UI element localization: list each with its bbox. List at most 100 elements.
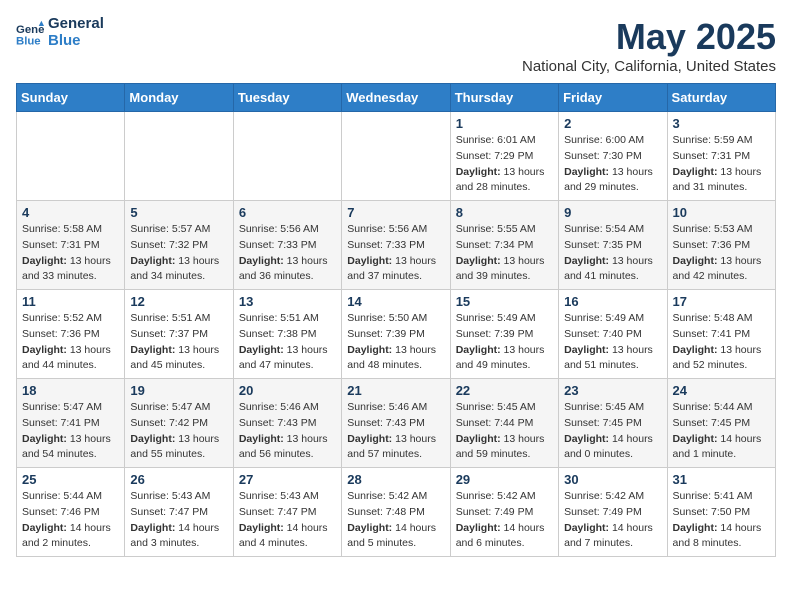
calendar-cell: 23Sunrise: 5:45 AMSunset: 7:45 PMDayligh… bbox=[559, 379, 667, 468]
weekday-header: Sunday bbox=[17, 84, 125, 112]
calendar-cell: 15 Sunrise: 5:49 AMSunset: 7:39 PMDayligh… bbox=[450, 290, 558, 379]
day-number: 22 bbox=[456, 383, 553, 398]
day-info: Sunrise: 5:49 AMSunset: 7:40 PMDaylight:… bbox=[564, 311, 661, 374]
calendar-cell bbox=[233, 112, 341, 201]
day-number: 7 bbox=[347, 205, 444, 220]
day-info: Sunrise: 5:42 AMSunset: 7:49 PMDaylight:… bbox=[564, 489, 661, 552]
day-info: Sunrise: 5:50 AMSunset: 7:39 PMDaylight:… bbox=[347, 311, 444, 374]
day-info: Sunrise: 5:47 AMSunset: 7:42 PMDaylight:… bbox=[130, 400, 227, 463]
calendar-cell: 20 Sunrise: 5:46 AMSunset: 7:43 PMDayligh… bbox=[233, 379, 341, 468]
day-number: 19 bbox=[130, 383, 227, 398]
calendar-cell: 29 Sunrise: 5:42 AMSunset: 7:49 PMDayligh… bbox=[450, 468, 558, 557]
calendar-week-row: 18 Sunrise: 5:47 AMSunset: 7:41 PMDayligh… bbox=[17, 379, 776, 468]
day-number: 15 bbox=[456, 294, 553, 309]
day-info: Sunrise: 5:54 AMSunset: 7:35 PMDaylight:… bbox=[564, 222, 661, 285]
day-number: 5 bbox=[130, 205, 227, 220]
calendar-cell: 27 Sunrise: 5:43 AMSunset: 7:47 PMDayligh… bbox=[233, 468, 341, 557]
day-number: 25 bbox=[22, 472, 119, 487]
day-number: 4 bbox=[22, 205, 119, 220]
calendar-cell: 30 Sunrise: 5:42 AMSunset: 7:49 PMDayligh… bbox=[559, 468, 667, 557]
calendar-cell: 5 Sunrise: 5:57 AMSunset: 7:32 PMDaylight… bbox=[125, 201, 233, 290]
day-info: Sunrise: 5:42 AMSunset: 7:49 PMDaylight:… bbox=[456, 489, 553, 552]
calendar-cell bbox=[17, 112, 125, 201]
day-number: 9 bbox=[564, 205, 661, 220]
day-number: 18 bbox=[22, 383, 119, 398]
calendar-cell: 19 Sunrise: 5:47 AMSunset: 7:42 PMDayligh… bbox=[125, 379, 233, 468]
calendar-cell: 26Sunrise: 5:43 AMSunset: 7:47 PMDayligh… bbox=[125, 468, 233, 557]
calendar-cell: 8Sunrise: 5:55 AMSunset: 7:34 PMDaylight… bbox=[450, 201, 558, 290]
calendar-cell: 1Sunrise: 6:01 AMSunset: 7:29 PMDaylight… bbox=[450, 112, 558, 201]
location: National City, California, United States bbox=[522, 58, 776, 75]
day-number: 16 bbox=[564, 294, 661, 309]
day-number: 3 bbox=[673, 116, 770, 131]
day-number: 30 bbox=[564, 472, 661, 487]
day-info: Sunrise: 6:00 AMSunset: 7:30 PMDaylight:… bbox=[564, 133, 661, 196]
calendar-cell: 25 Sunrise: 5:44 AMSunset: 7:46 PMDayligh… bbox=[17, 468, 125, 557]
calendar-cell: 17 Sunrise: 5:48 AMSunset: 7:41 PMDayligh… bbox=[667, 290, 775, 379]
calendar-cell: 18 Sunrise: 5:47 AMSunset: 7:41 PMDayligh… bbox=[17, 379, 125, 468]
logo-icon: General Blue bbox=[16, 19, 44, 47]
svg-text:Blue: Blue bbox=[16, 35, 41, 47]
calendar-cell: 3 Sunrise: 5:59 AMSunset: 7:31 PMDaylight… bbox=[667, 112, 775, 201]
calendar-cell: 22 Sunrise: 5:45 AMSunset: 7:44 PMDayligh… bbox=[450, 379, 558, 468]
weekday-header: Monday bbox=[125, 84, 233, 112]
month-title: May 2025 bbox=[522, 16, 776, 58]
day-number: 14 bbox=[347, 294, 444, 309]
page-header: General Blue General Blue May 2025 Natio… bbox=[16, 16, 776, 75]
day-info: Sunrise: 5:44 AMSunset: 7:46 PMDaylight:… bbox=[22, 489, 119, 552]
day-info: Sunrise: 5:42 AMSunset: 7:48 PMDaylight:… bbox=[347, 489, 444, 552]
day-number: 11 bbox=[22, 294, 119, 309]
day-number: 6 bbox=[239, 205, 336, 220]
day-number: 10 bbox=[673, 205, 770, 220]
calendar-week-row: 4Sunrise: 5:58 AMSunset: 7:31 PMDaylight… bbox=[17, 201, 776, 290]
day-number: 24 bbox=[673, 383, 770, 398]
calendar-cell: 10 Sunrise: 5:53 AMSunset: 7:36 PMDayligh… bbox=[667, 201, 775, 290]
weekday-header: Tuesday bbox=[233, 84, 341, 112]
calendar-week-row: 1Sunrise: 6:01 AMSunset: 7:29 PMDaylight… bbox=[17, 112, 776, 201]
day-number: 29 bbox=[456, 472, 553, 487]
day-info: Sunrise: 5:45 AMSunset: 7:44 PMDaylight:… bbox=[456, 400, 553, 463]
day-info: Sunrise: 5:52 AMSunset: 7:36 PMDaylight:… bbox=[22, 311, 119, 374]
weekday-header: Saturday bbox=[667, 84, 775, 112]
day-info: Sunrise: 5:56 AMSunset: 7:33 PMDaylight:… bbox=[239, 222, 336, 285]
calendar-cell: 14 Sunrise: 5:50 AMSunset: 7:39 PMDayligh… bbox=[342, 290, 450, 379]
calendar-cell: 7Sunrise: 5:56 AMSunset: 7:33 PMDaylight… bbox=[342, 201, 450, 290]
day-number: 17 bbox=[673, 294, 770, 309]
weekday-header: Wednesday bbox=[342, 84, 450, 112]
day-number: 28 bbox=[347, 472, 444, 487]
calendar-cell: 31Sunrise: 5:41 AMSunset: 7:50 PMDayligh… bbox=[667, 468, 775, 557]
calendar-cell: 9 Sunrise: 5:54 AMSunset: 7:35 PMDaylight… bbox=[559, 201, 667, 290]
day-number: 20 bbox=[239, 383, 336, 398]
day-info: Sunrise: 5:49 AMSunset: 7:39 PMDaylight:… bbox=[456, 311, 553, 374]
day-info: Sunrise: 5:45 AMSunset: 7:45 PMDaylight:… bbox=[564, 400, 661, 463]
calendar-cell bbox=[125, 112, 233, 201]
calendar-cell bbox=[342, 112, 450, 201]
day-info: Sunrise: 5:43 AMSunset: 7:47 PMDaylight:… bbox=[239, 489, 336, 552]
title-block: May 2025 National City, California, Unit… bbox=[522, 16, 776, 75]
day-info: Sunrise: 5:57 AMSunset: 7:32 PMDaylight:… bbox=[130, 222, 227, 285]
calendar-cell: 24 Sunrise: 5:44 AMSunset: 7:45 PMDayligh… bbox=[667, 379, 775, 468]
day-info: Sunrise: 5:48 AMSunset: 7:41 PMDaylight:… bbox=[673, 311, 770, 374]
day-number: 31 bbox=[673, 472, 770, 487]
day-info: Sunrise: 5:46 AMSunset: 7:43 PMDaylight:… bbox=[347, 400, 444, 463]
day-info: Sunrise: 5:59 AMSunset: 7:31 PMDaylight:… bbox=[673, 133, 770, 196]
calendar-week-row: 25 Sunrise: 5:44 AMSunset: 7:46 PMDayligh… bbox=[17, 468, 776, 557]
day-number: 27 bbox=[239, 472, 336, 487]
day-info: Sunrise: 5:51 AMSunset: 7:37 PMDaylight:… bbox=[130, 311, 227, 374]
day-info: Sunrise: 5:53 AMSunset: 7:36 PMDaylight:… bbox=[673, 222, 770, 285]
calendar-cell: 6 Sunrise: 5:56 AMSunset: 7:33 PMDaylight… bbox=[233, 201, 341, 290]
weekday-header: Friday bbox=[559, 84, 667, 112]
day-info: Sunrise: 5:55 AMSunset: 7:34 PMDaylight:… bbox=[456, 222, 553, 285]
day-info: Sunrise: 5:51 AMSunset: 7:38 PMDaylight:… bbox=[239, 311, 336, 374]
day-info: Sunrise: 5:46 AMSunset: 7:43 PMDaylight:… bbox=[239, 400, 336, 463]
calendar-cell: 16 Sunrise: 5:49 AMSunset: 7:40 PMDayligh… bbox=[559, 290, 667, 379]
calendar-cell: 21Sunrise: 5:46 AMSunset: 7:43 PMDayligh… bbox=[342, 379, 450, 468]
day-info: Sunrise: 5:44 AMSunset: 7:45 PMDaylight:… bbox=[673, 400, 770, 463]
weekday-header: Thursday bbox=[450, 84, 558, 112]
calendar-table: SundayMondayTuesdayWednesdayThursdayFrid… bbox=[16, 83, 776, 557]
calendar-cell: 2Sunrise: 6:00 AMSunset: 7:30 PMDaylight… bbox=[559, 112, 667, 201]
day-info: Sunrise: 5:47 AMSunset: 7:41 PMDaylight:… bbox=[22, 400, 119, 463]
calendar-cell: 11 Sunrise: 5:52 AMSunset: 7:36 PMDayligh… bbox=[17, 290, 125, 379]
logo: General Blue General Blue bbox=[16, 16, 104, 49]
day-info: Sunrise: 6:01 AMSunset: 7:29 PMDaylight:… bbox=[456, 133, 553, 196]
